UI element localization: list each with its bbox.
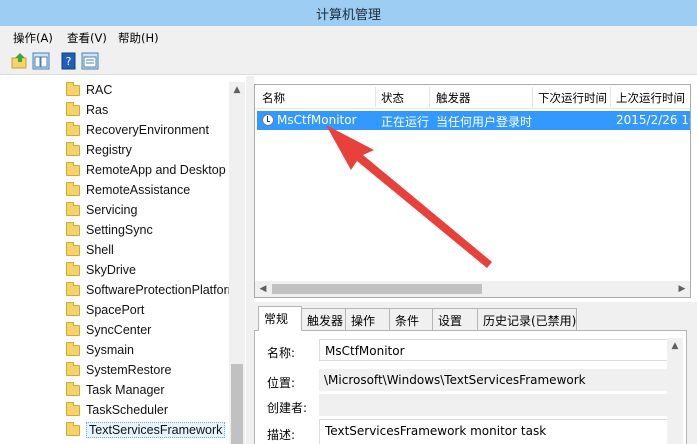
author-label: 创建者: (267, 401, 308, 415)
name-field[interactable]: MsCtfMonitor (319, 339, 668, 361)
name-label: 名称: (267, 346, 296, 360)
author-value (319, 394, 668, 416)
location-value: \Microsoft\Windows\TextServicesFramework (319, 369, 668, 391)
details-scroll-up-arrow-icon[interactable]: ▲ (667, 338, 683, 354)
description-label: 描述: (267, 428, 296, 442)
tab-actions[interactable]: 操作 (345, 308, 390, 330)
details-scrollbar[interactable]: ▲ (667, 338, 683, 444)
details-panel: 常规 触发器 操作 条件 设置 历史记录(已禁用) 名称: MsCtfMonit… (254, 302, 697, 444)
tab-triggers[interactable]: 触发器 (301, 308, 346, 330)
tab-general[interactable]: 常规 (258, 306, 302, 331)
tab-settings[interactable]: 设置 (432, 308, 478, 330)
general-tab-panel: 名称: MsCtfMonitor 位置: \Microsoft\Windows\… (254, 330, 687, 444)
location-label: 位置: (267, 376, 296, 390)
tab-history[interactable]: 历史记录(已禁用) (477, 308, 577, 330)
description-field[interactable]: TextServicesFramework monitor task (319, 419, 668, 444)
tab-conditions[interactable]: 条件 (389, 308, 433, 330)
